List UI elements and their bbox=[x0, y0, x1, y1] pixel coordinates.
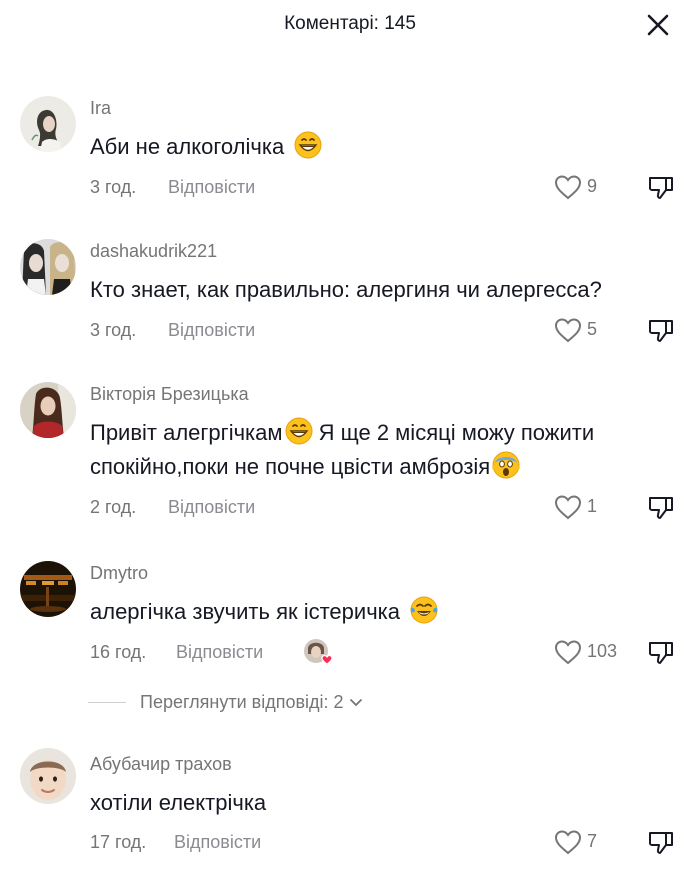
heart-icon bbox=[554, 495, 582, 520]
tears-of-joy-emoji bbox=[410, 596, 438, 624]
dislike-button[interactable] bbox=[646, 827, 676, 857]
grinning-face-emoji bbox=[285, 417, 313, 445]
user-avatar[interactable] bbox=[20, 239, 76, 295]
dislike-button[interactable] bbox=[646, 172, 676, 202]
heart-icon bbox=[554, 318, 582, 343]
comments-count-title: Коментарі: 145 bbox=[284, 13, 416, 34]
comment-username[interactable]: Ira bbox=[90, 98, 111, 119]
dislike-button[interactable] bbox=[646, 637, 676, 667]
heart-icon bbox=[554, 830, 582, 855]
like-count: 1 bbox=[587, 496, 598, 516]
comment-username[interactable]: dashakudrik221 bbox=[90, 241, 217, 262]
thumbs-down-icon bbox=[648, 177, 673, 199]
like-count: 9 bbox=[587, 176, 598, 196]
reply-button[interactable]: Відповісти bbox=[174, 832, 261, 853]
dislike-button[interactable] bbox=[646, 492, 676, 522]
comment-username[interactable]: Абубачир трахов bbox=[90, 754, 232, 775]
grinning-face-emoji bbox=[294, 131, 322, 159]
liked-by-creator-badge bbox=[303, 638, 333, 668]
thumbs-down-icon bbox=[648, 320, 673, 342]
user-avatar[interactable] bbox=[20, 748, 76, 804]
replies-divider bbox=[88, 701, 126, 703]
like-button[interactable]: 103 bbox=[553, 638, 623, 666]
heart-icon bbox=[554, 175, 582, 200]
comment-text: Привіт алегргічкам Я ще 2 місяці можу по… bbox=[90, 416, 660, 484]
heart-icon bbox=[554, 640, 582, 665]
comment-text-content: Аби не алкоголічка bbox=[90, 134, 285, 159]
reply-button[interactable]: Відповісти bbox=[176, 642, 263, 663]
comment-time: 2 год. bbox=[90, 497, 137, 517]
reply-button[interactable]: Відповісти bbox=[168, 177, 255, 198]
user-avatar[interactable] bbox=[20, 382, 76, 438]
user-avatar[interactable] bbox=[20, 96, 76, 152]
comment-text-part1: Привіт алегргічкам bbox=[90, 420, 283, 445]
reply-button[interactable]: Відповісти bbox=[168, 320, 255, 341]
comment-text: Аби не алкоголічка bbox=[90, 130, 660, 164]
like-button[interactable]: 5 bbox=[553, 316, 623, 344]
comment-text: Кто знает, как правильно: алергиня чи ал… bbox=[90, 277, 602, 302]
comment-username[interactable]: Вікторія Брезицька bbox=[90, 384, 249, 405]
dislike-button[interactable] bbox=[646, 315, 676, 345]
comment-time: 17 год. bbox=[90, 832, 147, 852]
thumbs-down-icon bbox=[648, 642, 673, 664]
view-replies-label: Переглянути відповіді: 2 bbox=[140, 691, 344, 712]
comments-header: Коментарі: 145 bbox=[0, 0, 700, 52]
like-button[interactable]: 7 bbox=[553, 828, 623, 856]
reply-button[interactable]: Відповісти bbox=[168, 497, 255, 518]
chevron-down-icon bbox=[349, 699, 362, 706]
close-button[interactable] bbox=[643, 10, 673, 40]
thumbs-down-icon bbox=[648, 497, 673, 519]
comment-text: алергічка звучить як істеричка bbox=[90, 595, 660, 629]
thumbs-down-icon bbox=[648, 832, 673, 854]
user-avatar[interactable] bbox=[20, 561, 76, 617]
comment-time: 3 год. bbox=[90, 177, 137, 197]
close-icon bbox=[647, 14, 669, 36]
like-count: 7 bbox=[587, 831, 598, 851]
like-button[interactable]: 9 bbox=[553, 173, 623, 201]
comment-text-content: алергічка звучить як істеричка bbox=[90, 599, 400, 624]
comment-text: хотіли електрічка bbox=[90, 790, 267, 815]
comments-sheet: Коментарі: 145 Ira Аби не алкоголічка 3 … bbox=[0, 0, 700, 883]
like-button[interactable]: 1 bbox=[553, 493, 623, 521]
comment-time: 16 год. bbox=[90, 642, 147, 662]
comment-username[interactable]: Dmytro bbox=[90, 563, 148, 584]
comment-time: 3 год. bbox=[90, 320, 137, 340]
like-count: 5 bbox=[587, 319, 598, 339]
screaming-face-emoji bbox=[492, 451, 521, 479]
like-count: 103 bbox=[587, 641, 618, 661]
view-replies-button[interactable]: Переглянути відповіді: 2 bbox=[88, 690, 364, 714]
